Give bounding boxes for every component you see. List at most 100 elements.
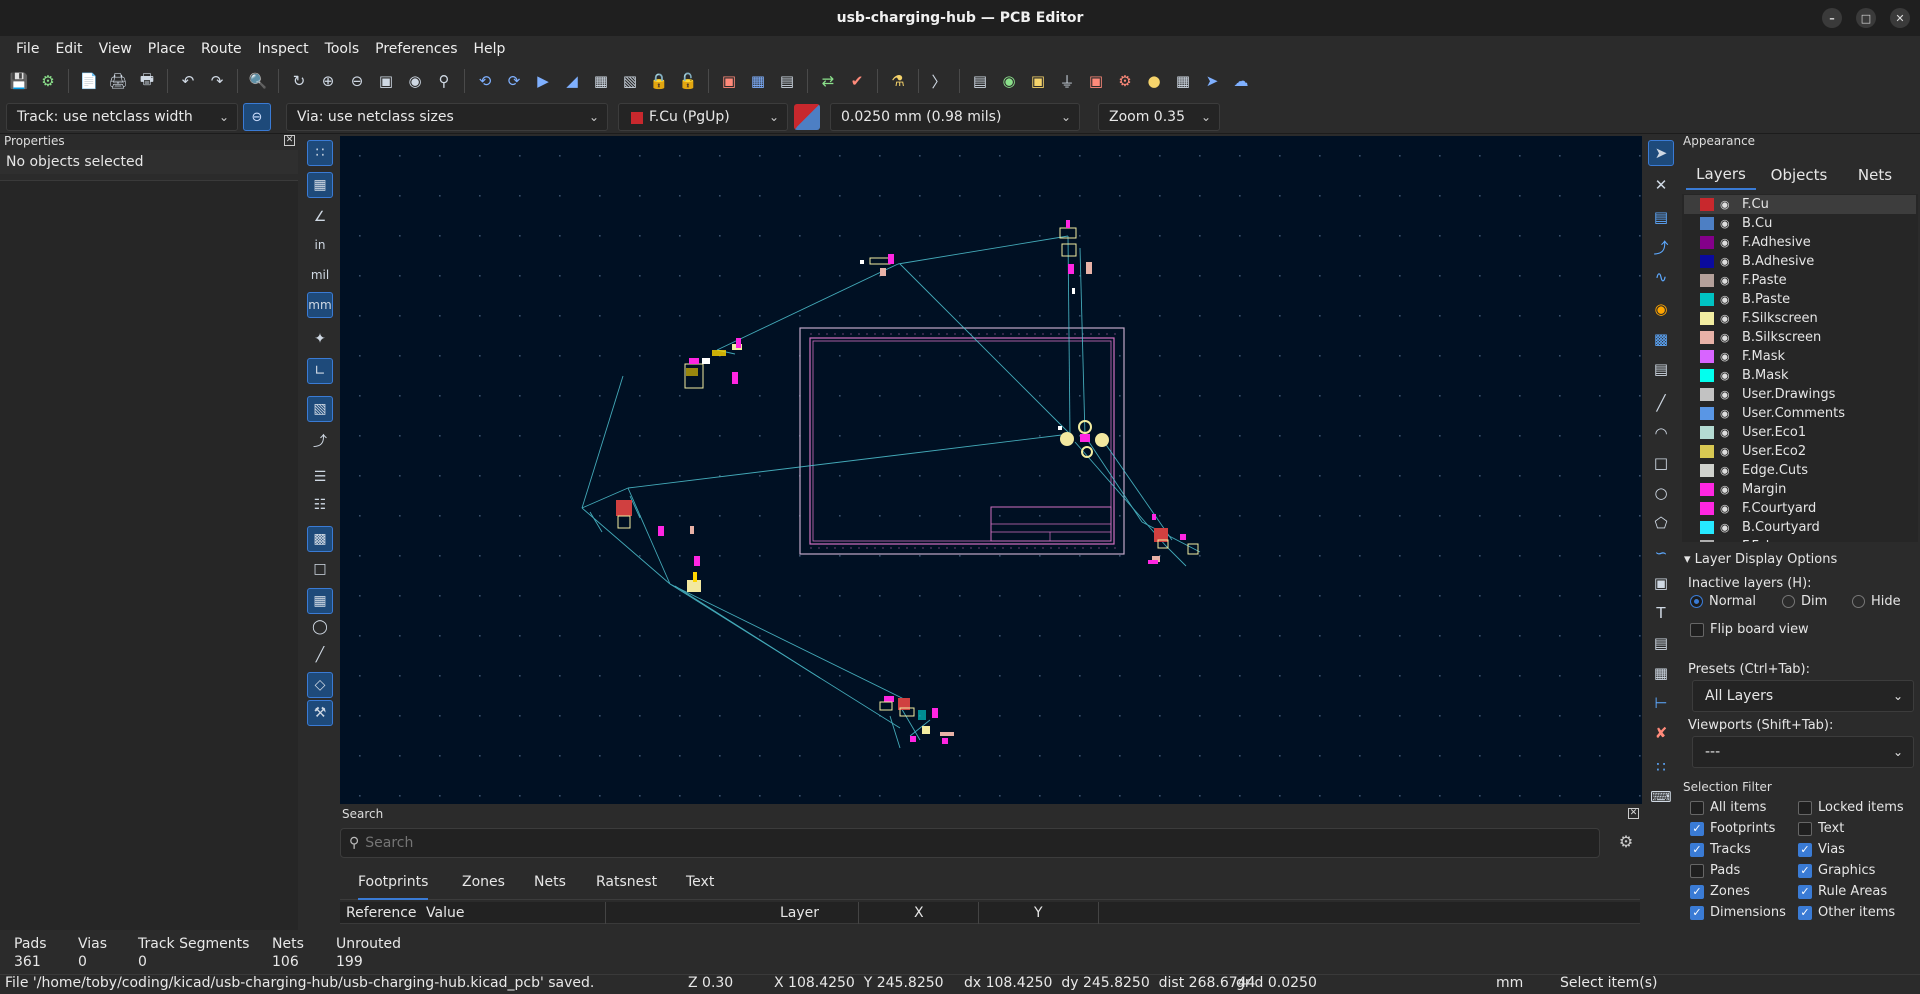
unit-inch-button[interactable]: in	[307, 232, 333, 258]
filter-locked-items-checkbox[interactable]: Locked items	[1798, 800, 1904, 815]
layer-display-options-header[interactable]: ▾ Layer Display Options	[1684, 552, 1837, 567]
layer-row[interactable]: ◉ User.Eco1	[1684, 423, 1916, 442]
layer-color-swatch[interactable]	[1700, 369, 1714, 382]
draw-bezier-icon[interactable]: ∽	[1648, 540, 1674, 566]
layer-color-swatch[interactable]	[1700, 312, 1714, 325]
footprint-editor-icon[interactable]: ▦	[745, 68, 771, 94]
tab-layers[interactable]: Layers	[1686, 160, 1756, 190]
eye-icon[interactable]: ◉	[1720, 426, 1734, 439]
plugin-icon[interactable]: ⚙	[1112, 68, 1138, 94]
unit-mil-button[interactable]: mil	[307, 262, 333, 288]
minimize-icon[interactable]: –	[1822, 8, 1842, 28]
close-icon[interactable]: ✕	[284, 135, 295, 146]
net-color-icon[interactable]: ☰	[307, 464, 333, 490]
3d-viewer-icon[interactable]: ◉	[996, 68, 1022, 94]
layer-row[interactable]: ◉ F.Mask	[1684, 347, 1916, 366]
properties-manager-icon[interactable]: ⚒	[307, 700, 333, 726]
plugin-icon[interactable]: ➤	[1199, 68, 1225, 94]
auto-track-width-icon[interactable]: ⊖	[243, 103, 271, 131]
zone-outline-icon[interactable]: □	[307, 556, 333, 582]
presets-select[interactable]: All Layers ⌄	[1692, 680, 1914, 712]
layer-row[interactable]: ◉ F.Cu	[1684, 195, 1916, 214]
eye-icon[interactable]: ◉	[1720, 255, 1734, 268]
delete-tool-icon[interactable]: ✘	[1648, 720, 1674, 746]
layer-color-swatch[interactable]	[1700, 350, 1714, 363]
layer-color-swatch[interactable]	[1700, 426, 1714, 439]
layer-color-swatch[interactable]	[1700, 521, 1714, 534]
eye-icon[interactable]: ◉	[1720, 407, 1734, 420]
pad-display-icon[interactable]: ▦	[307, 588, 333, 614]
zoom-selection-icon[interactable]: ⚲	[431, 68, 457, 94]
track-display-icon[interactable]: ☷	[307, 492, 333, 518]
menu-route[interactable]: Route	[193, 41, 250, 57]
tune-length-icon[interactable]: ∿	[1648, 264, 1674, 290]
filter-dimensions-checkbox[interactable]: ✓ Dimensions	[1690, 905, 1786, 920]
board-outline-icon[interactable]: ▣	[1025, 68, 1051, 94]
tab-nets[interactable]: Nets	[534, 874, 566, 890]
column-y[interactable]: Y	[1034, 905, 1043, 921]
layer-color-swatch[interactable]	[1700, 483, 1714, 496]
rotate-cw-icon[interactable]: ⟳	[501, 68, 527, 94]
maximize-icon[interactable]: □	[1856, 8, 1876, 28]
redo-icon[interactable]: ↷	[204, 68, 230, 94]
angle-snap-icon[interactable]: ∟	[307, 358, 333, 384]
group-icon[interactable]: ▦	[588, 68, 614, 94]
filter-pads-checkbox[interactable]: Pads	[1690, 863, 1740, 878]
find-icon[interactable]: 🔍	[245, 68, 271, 94]
menu-inspect[interactable]: Inspect	[250, 41, 317, 57]
plot-icon[interactable]: 🖶	[134, 68, 160, 94]
menu-help[interactable]: Help	[466, 41, 514, 57]
grid-select[interactable]: 0.0250 mm (0.98 mils) ⌄	[830, 103, 1080, 131]
eye-icon[interactable]: ◉	[1720, 540, 1734, 542]
layer-color-swatch[interactable]	[1700, 274, 1714, 287]
track-width-select[interactable]: Track: use netclass width ⌄	[6, 103, 238, 131]
inactive-hide-radio[interactable]: Hide	[1852, 594, 1901, 609]
flip-icon[interactable]: ▶	[530, 68, 556, 94]
unlock-icon[interactable]: 🔓	[675, 68, 701, 94]
plugin-icon[interactable]: ☁	[1228, 68, 1254, 94]
draw-polygon-icon[interactable]: ⬠	[1648, 510, 1674, 536]
cursor-crosshair-icon[interactable]: ✦	[307, 326, 333, 352]
menu-edit[interactable]: Edit	[47, 41, 90, 57]
drc-icon[interactable]: ✔	[844, 68, 870, 94]
viewports-select[interactable]: --- ⌄	[1692, 736, 1914, 768]
tab-ratsnest[interactable]: Ratsnest	[596, 874, 657, 890]
eye-icon[interactable]: ◉	[1720, 445, 1734, 458]
eye-icon[interactable]: ◉	[1720, 274, 1734, 287]
menu-place[interactable]: Place	[140, 41, 193, 57]
tab-zones[interactable]: Zones	[462, 874, 505, 890]
grid-dots-icon[interactable]: ∷	[307, 140, 333, 166]
scripting-console-icon[interactable]: 〉	[926, 68, 952, 94]
unit-mm-button[interactable]: mm	[307, 292, 333, 318]
pcb-canvas[interactable]	[340, 136, 1642, 804]
filter-zones-checkbox[interactable]: ✓ Zones	[1690, 884, 1750, 899]
via-display-icon[interactable]: ◯	[307, 614, 333, 640]
filter-footprints-checkbox[interactable]: ✓ Footprints	[1690, 821, 1775, 836]
draw-arc-icon[interactable]: ◠	[1648, 420, 1674, 446]
layer-color-swatch[interactable]	[1700, 293, 1714, 306]
column-reference[interactable]: Reference	[346, 905, 417, 921]
select-tool-icon[interactable]: ➤	[1648, 140, 1674, 166]
layer-select[interactable]: F.Cu (PgUp) ⌄	[618, 103, 788, 131]
menu-view[interactable]: View	[91, 41, 140, 57]
ungroup-icon[interactable]: ▧	[617, 68, 643, 94]
layer-row[interactable]: ◉ B.Silkscreen	[1684, 328, 1916, 347]
plugin-icon[interactable]: ▣	[1083, 68, 1109, 94]
add-rule-area-icon[interactable]: ▤	[1648, 356, 1674, 382]
layer-row[interactable]: ◉ B.Paste	[1684, 290, 1916, 309]
search-input[interactable]	[365, 835, 1566, 851]
layer-row[interactable]: ◉ F.Courtyard	[1684, 499, 1916, 518]
eye-icon[interactable]: ◉	[1720, 293, 1734, 306]
menu-tools[interactable]: Tools	[317, 41, 368, 57]
zoom-select[interactable]: Zoom 0.35 ⌄	[1098, 103, 1220, 131]
eye-icon[interactable]: ◉	[1720, 521, 1734, 534]
menu-file[interactable]: File	[8, 41, 47, 57]
text-tool-icon[interactable]: ▤	[967, 68, 993, 94]
clearance-icon[interactable]: ╱	[307, 642, 333, 668]
layer-color-swatch[interactable]	[1700, 236, 1714, 249]
layer-row[interactable]: ◉ B.Adhesive	[1684, 252, 1916, 271]
layer-color-swatch[interactable]	[1700, 464, 1714, 477]
layer-color-swatch[interactable]	[1700, 198, 1714, 211]
layer-color-swatch[interactable]	[1700, 445, 1714, 458]
layer-row[interactable]: ◉ B.Courtyard	[1684, 518, 1916, 537]
